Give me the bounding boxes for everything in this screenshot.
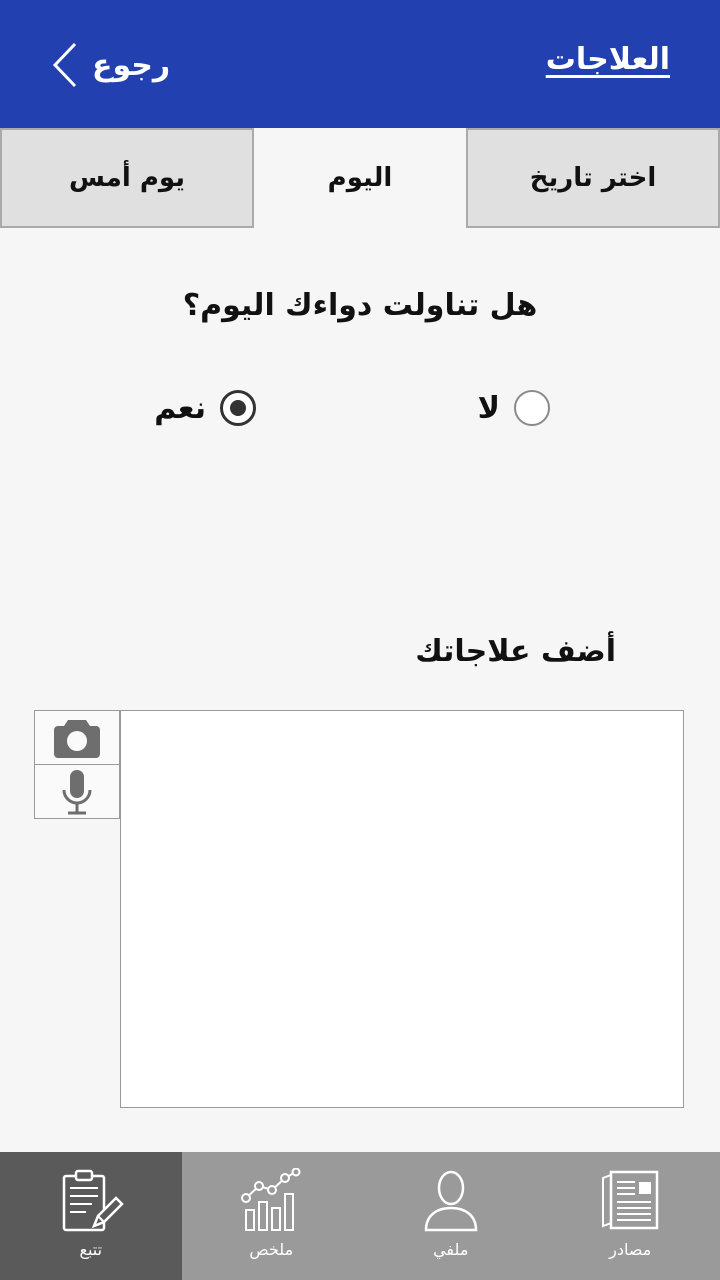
nav-item-tracking[interactable]: تتبع: [0, 1152, 182, 1280]
clipboard-pencil-icon: [62, 1169, 124, 1232]
microphone-icon: [62, 769, 92, 814]
header-bar: رجوع العلاجات: [0, 0, 720, 128]
back-label: رجوع: [92, 47, 171, 83]
medications-text-area[interactable]: [120, 710, 684, 1108]
radio-yes-circle[interactable]: [220, 390, 256, 426]
bottom-nav: مصادر ملفي ملخص تتبع: [0, 1152, 720, 1280]
camera-button[interactable]: [34, 710, 120, 765]
tab-today[interactable]: اليوم: [254, 128, 466, 228]
date-tabs: اختر تاريخ اليوم يوم أمس: [0, 128, 720, 228]
nav-label-sources: مصادر: [609, 1240, 652, 1259]
person-icon: [424, 1170, 478, 1232]
chevron-left-icon: [52, 42, 77, 88]
back-button[interactable]: رجوع: [52, 42, 170, 88]
radio-yes-label: نعم: [154, 390, 206, 426]
radio-no[interactable]: لا: [478, 388, 550, 428]
radio-yes[interactable]: نعم: [154, 388, 256, 428]
tab-choose-date[interactable]: اختر تاريخ: [466, 128, 720, 228]
add-medications-label: أضف علاجاتك: [415, 634, 616, 669]
nav-label-tracking: تتبع: [79, 1240, 103, 1259]
nav-item-profile[interactable]: ملفي: [361, 1152, 541, 1280]
tab-yesterday[interactable]: يوم أمس: [0, 128, 254, 228]
nav-item-sources[interactable]: مصادر: [541, 1152, 720, 1280]
nav-label-profile: ملفي: [433, 1240, 469, 1259]
nav-item-summary[interactable]: ملخص: [182, 1152, 362, 1280]
radio-no-label: لا: [477, 390, 500, 426]
microphone-button[interactable]: [34, 764, 120, 819]
camera-icon: [54, 719, 100, 758]
medication-question: هل تناولت دواءك اليوم؟: [182, 288, 538, 323]
radio-no-circle[interactable]: [514, 390, 550, 426]
page-title: العلاجات: [545, 42, 670, 77]
newspaper-icon: [602, 1170, 659, 1230]
chart-icon: [241, 1168, 301, 1231]
nav-label-summary: ملخص: [249, 1240, 294, 1259]
